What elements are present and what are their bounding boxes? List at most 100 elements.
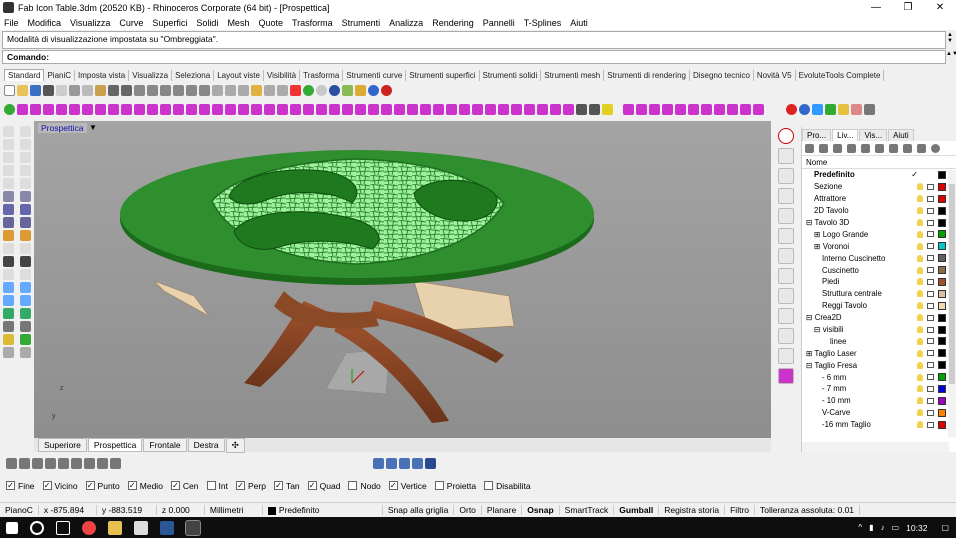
layer-lock-icon[interactable] (927, 338, 934, 345)
command-prompt[interactable]: Comando: (2, 50, 946, 64)
ts2-i-icon[interactable] (727, 103, 738, 115)
layer-lock-icon[interactable] (927, 195, 934, 202)
ts2-c-icon[interactable] (649, 103, 660, 115)
layer-list-hscrollbar[interactable] (802, 442, 949, 452)
delete-layer-icon[interactable] (833, 143, 842, 153)
layer-lock-icon[interactable] (927, 326, 934, 333)
status-toggle[interactable]: Registra storia (659, 505, 726, 515)
viewport-tab-destra[interactable]: Destra (187, 438, 225, 452)
text-tool-icon[interactable] (20, 282, 31, 293)
ts-loft-icon[interactable] (121, 103, 132, 115)
point-icon[interactable] (20, 126, 31, 137)
polygon-icon[interactable] (20, 165, 31, 176)
layer-lock-icon[interactable] (927, 385, 934, 392)
bt-c-icon[interactable] (32, 457, 43, 469)
chrome-icon[interactable] (82, 520, 96, 535)
ts-region-icon[interactable] (537, 103, 548, 115)
ts-loop-icon[interactable] (459, 103, 470, 115)
cube-view-side-icon[interactable] (778, 268, 794, 284)
toolbar-tab-visibilita[interactable]: Visibilità (264, 70, 301, 81)
dimension-icon[interactable] (3, 282, 14, 293)
tray-clock[interactable]: 10:32 (906, 523, 927, 533)
polyline-icon[interactable] (20, 139, 31, 150)
plugin-icon[interactable] (381, 84, 392, 96)
offset-icon[interactable] (3, 269, 14, 280)
warning-icon[interactable] (838, 103, 849, 115)
layer-visibility-icon[interactable] (917, 314, 923, 322)
layer-color-swatch[interactable] (938, 182, 946, 191)
layer-lock-icon[interactable] (927, 350, 934, 357)
status-toggle[interactable]: Gumball (614, 505, 660, 515)
layer-color-swatch[interactable] (938, 325, 946, 334)
ts2-g-icon[interactable] (701, 103, 712, 115)
snap-icon[interactable] (778, 168, 794, 184)
layer-color-swatch[interactable] (938, 420, 946, 429)
layer-visibility-icon[interactable] (917, 421, 923, 429)
windows-start-icon[interactable] (6, 521, 18, 534)
maximize-button[interactable]: ❐ (892, 0, 924, 15)
task-view-icon[interactable] (56, 520, 70, 535)
panel-tab-layers[interactable]: Liv... (832, 129, 859, 141)
filter-icon[interactable] (889, 143, 898, 153)
ts-extrude-icon[interactable] (108, 103, 119, 115)
layer-row[interactable]: Attrattore (802, 193, 956, 205)
panel-tab-help[interactable]: Aiuti (888, 129, 914, 141)
layer-color-swatch[interactable] (938, 289, 946, 298)
layer-lock-icon[interactable] (927, 421, 934, 428)
menu-analizza[interactable]: Analizza (389, 18, 423, 28)
check-icon[interactable] (825, 103, 836, 115)
viewport-perspective[interactable]: Prospettica ▼ z y (34, 121, 771, 438)
bt-h-icon[interactable] (97, 457, 108, 469)
toolbar-tab-pianic[interactable]: PianiC (44, 70, 76, 81)
array-icon[interactable] (20, 295, 31, 306)
help-icon[interactable] (368, 84, 379, 96)
new-layer-icon[interactable] (805, 143, 814, 153)
tsplines-panel-icon[interactable] (778, 368, 794, 384)
ts2-a-icon[interactable] (623, 103, 634, 115)
ts-weld-icon[interactable] (199, 103, 210, 115)
ts-scale-icon[interactable] (563, 103, 574, 115)
layer-color-swatch[interactable] (938, 408, 946, 417)
open-file-icon[interactable] (17, 84, 28, 96)
ts-lock-icon[interactable] (550, 103, 561, 115)
move-left-icon[interactable] (875, 143, 884, 153)
osnap-checkbox[interactable]: ✓ (307, 481, 317, 490)
osnap-checkbox[interactable] (434, 481, 444, 490)
menu-tsplines[interactable]: T-Splines (524, 18, 562, 28)
misc-a-icon[interactable] (3, 347, 14, 358)
layer-color-swatch[interactable] (938, 396, 946, 405)
layer-color-swatch[interactable] (938, 373, 946, 382)
bt-e-icon[interactable] (58, 457, 69, 469)
new-file-icon[interactable] (4, 84, 15, 96)
layer-row[interactable]: ⊟ Taglio Fresa (802, 359, 956, 371)
layer-lock-icon[interactable] (927, 243, 934, 250)
snap-tool-icon[interactable] (20, 321, 31, 332)
screen-icon[interactable] (778, 348, 794, 364)
osnap-option[interactable]: Disabilita (484, 481, 531, 491)
ts2-d-icon[interactable] (662, 103, 673, 115)
sphere-red-icon[interactable] (786, 103, 797, 115)
materials-icon[interactable] (355, 84, 366, 96)
tag-icon[interactable] (864, 103, 875, 115)
layer-visibility-icon[interactable] (917, 302, 923, 310)
layer-row[interactable]: - 10 mm (802, 395, 956, 407)
ts-display-icon[interactable] (433, 103, 444, 115)
osnap-checkbox[interactable]: ✓ (127, 481, 137, 490)
layer-color-swatch[interactable] (938, 194, 946, 203)
sphere-blue-icon[interactable] (799, 103, 810, 115)
import-icon[interactable] (56, 84, 67, 96)
menu-aiuti[interactable]: Aiuti (570, 18, 588, 28)
ts-unweld-icon[interactable] (342, 103, 353, 115)
layer-lock-icon[interactable] (927, 290, 934, 297)
layer-row[interactable]: ⊟ Crea2D (802, 312, 956, 324)
redo-icon[interactable] (121, 84, 132, 96)
tray-network-icon[interactable]: ▮ (869, 523, 873, 532)
layer-row[interactable]: V-Carve (802, 407, 956, 419)
bt-m-icon[interactable] (412, 457, 423, 469)
mesh2-icon[interactable] (20, 217, 31, 228)
undo-icon[interactable] (108, 84, 119, 96)
osnap-checkbox[interactable]: ✓ (42, 481, 52, 490)
menu-rendering[interactable]: Rendering (432, 18, 474, 28)
status-toggle[interactable]: Snap alla griglia (383, 505, 455, 515)
layer-row[interactable]: Predefinito ✓ (802, 169, 956, 181)
